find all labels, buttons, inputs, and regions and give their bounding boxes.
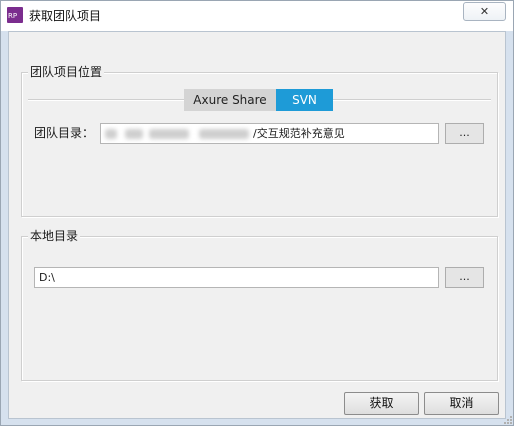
team-directory-value: /交互规范补充意见 [253, 127, 345, 140]
window-title: 获取团队项目 [29, 9, 102, 23]
team-browse-label: ... [459, 126, 470, 139]
resize-grip[interactable] [502, 414, 512, 424]
dialog-body: 团队项目位置 Axure Share SVN 团队目录： /交互规范补充意见 .… [8, 31, 506, 419]
tab-svn[interactable]: SVN [276, 89, 333, 111]
team-directory-label: 团队目录： [34, 126, 95, 140]
local-directory-group: 本地目录 D:\ ... [21, 229, 498, 381]
cancel-button-label: 取消 [449, 396, 474, 410]
team-project-location-group: 团队项目位置 Axure Share SVN 团队目录： /交互规范补充意见 .… [21, 65, 498, 217]
team-project-location-title: 团队项目位置 [28, 65, 105, 79]
fetch-button[interactable]: 获取 [344, 392, 419, 415]
local-browse-label: ... [459, 270, 470, 283]
tab-axure-share[interactable]: Axure Share [184, 89, 276, 111]
redacted-text [125, 129, 143, 139]
redacted-text [105, 129, 117, 139]
app-icon-text: RP [8, 12, 18, 20]
cancel-button[interactable]: 取消 [424, 392, 499, 415]
redacted-text [149, 129, 189, 139]
title-bar[interactable]: RP 获取团队项目 ✕ [1, 1, 513, 31]
local-directory-value: D:\ [39, 271, 55, 284]
axure-rp-app-icon: RP [7, 7, 23, 23]
local-directory-browse-button[interactable]: ... [445, 267, 484, 288]
redacted-text [199, 129, 249, 139]
local-directory-input[interactable]: D:\ [34, 267, 439, 288]
tab-svn-label: SVN [292, 93, 317, 107]
local-directory-title: 本地目录 [28, 229, 81, 243]
dialog-window: RP 获取团队项目 ✕ 团队项目位置 Axure Share SVN 团队目录：… [0, 0, 514, 426]
close-icon: ✕ [479, 5, 490, 18]
tab-axure-share-label: Axure Share [193, 93, 267, 107]
team-directory-input[interactable]: /交互规范补充意见 [100, 123, 439, 144]
team-directory-browse-button[interactable]: ... [445, 123, 484, 144]
fetch-button-label: 获取 [369, 396, 394, 410]
close-button[interactable]: ✕ [463, 2, 506, 21]
